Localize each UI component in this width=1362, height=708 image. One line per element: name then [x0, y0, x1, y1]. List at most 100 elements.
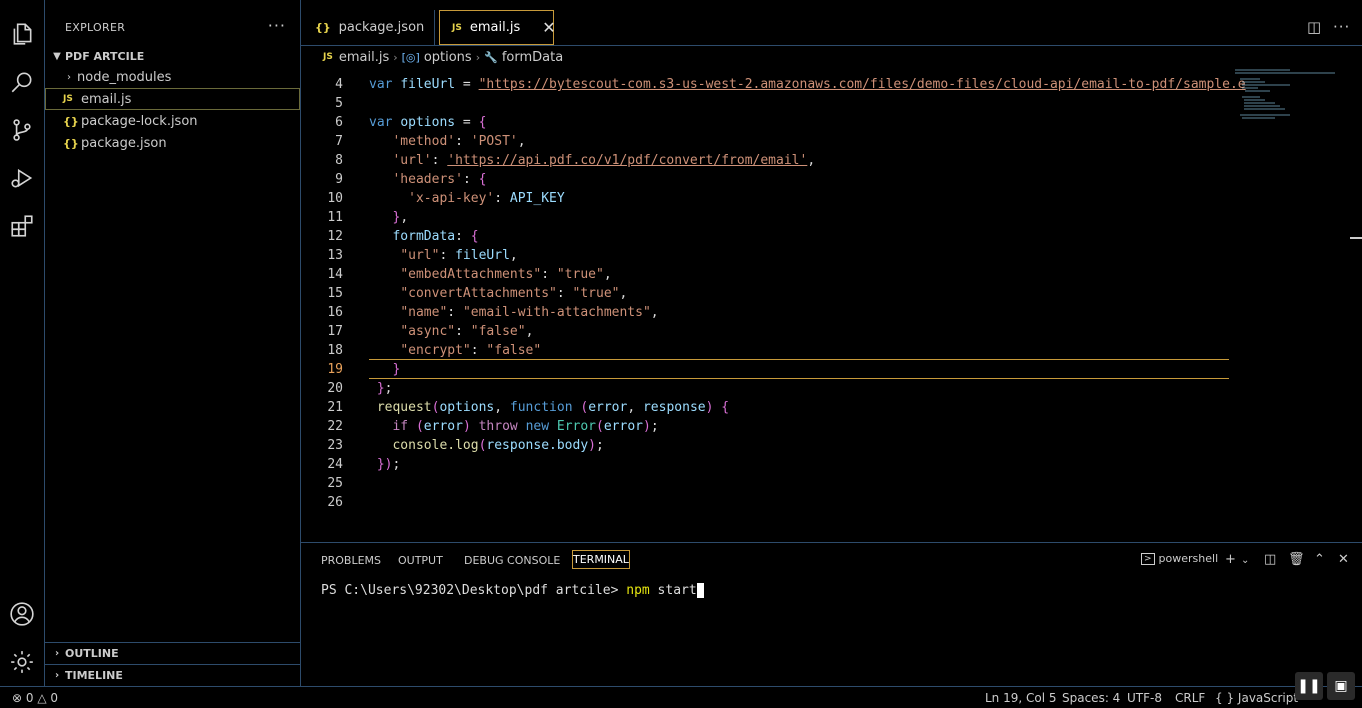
tree-item-label: package.json — [81, 135, 167, 151]
wrench-icon: 🔧 — [484, 50, 498, 64]
language-mode[interactable]: { } JavaScript — [1215, 691, 1298, 705]
code-line[interactable]: 5 — [301, 94, 1231, 113]
code-line[interactable]: 8 'url': 'https://api.pdf.co/v1/pdf/conv… — [301, 151, 1231, 170]
code-line[interactable]: 13 "url": fileUrl, — [301, 246, 1231, 265]
tree-item-package-lock-json[interactable]: {} package-lock.json — [45, 110, 300, 132]
code-line[interactable]: 20 }; — [301, 379, 1231, 398]
indentation[interactable]: Spaces: 4 — [1062, 691, 1120, 705]
line-code: }; — [376, 381, 393, 396]
chevron-down-icon[interactable]: ⌄ — [1241, 555, 1249, 566]
terminal-output[interactable]: PS C:\Users\92302\Desktop\pdf artcile> n… — [321, 583, 704, 598]
tab-output[interactable]: OUTPUT — [398, 554, 443, 567]
code-line[interactable]: 22 if (error) throw new Error(error); — [301, 417, 1231, 436]
chevron-down-icon: ▼ — [53, 50, 61, 62]
tab-email-js[interactable]: JS email.js ✕ — [439, 10, 556, 45]
add-terminal-icon[interactable]: + — [1225, 552, 1236, 567]
code-line[interactable]: 7 'method': 'POST', — [301, 132, 1231, 151]
settings-gear-icon[interactable] — [8, 648, 36, 676]
more-actions-icon[interactable]: ··· — [268, 16, 286, 35]
code-line[interactable]: 12 formData: { — [301, 227, 1231, 246]
picture-in-picture-icon[interactable]: ▣ — [1327, 672, 1355, 700]
line-number: 15 — [327, 286, 343, 301]
breadcrumb-scope[interactable]: options — [424, 50, 472, 65]
terminal-prompt: PS C:\Users\92302\Desktop\pdf artcile> — [321, 583, 627, 598]
code-line[interactable]: 19 } — [301, 360, 1231, 379]
line-code: 'x-api-key': API_KEY — [408, 191, 565, 206]
outline-label: OUTLINE — [65, 647, 119, 660]
code-line[interactable]: 25 — [301, 474, 1231, 493]
breadcrumb-file[interactable]: email.js — [339, 50, 389, 65]
line-number: 13 — [327, 248, 343, 263]
code-line[interactable]: 14 "embedAttachments": "true", — [301, 265, 1231, 284]
code-line[interactable]: 4 var fileUrl = "https://bytescout-com.s3… — [301, 75, 1245, 94]
outline-section[interactable]: › OUTLINE — [45, 642, 300, 664]
split-editor-icon[interactable]: ◫ — [1307, 18, 1321, 36]
end-of-line[interactable]: CRLF — [1175, 691, 1205, 705]
scrollbar-thumb[interactable] — [1350, 237, 1362, 239]
line-number: 10 — [327, 191, 343, 206]
tree-item-label: package-lock.json — [81, 113, 198, 129]
tree-item-email-js[interactable]: JS email.js — [45, 88, 300, 110]
explorer-icon[interactable] — [8, 20, 36, 48]
line-code: }, — [392, 210, 409, 225]
problems-indicator[interactable]: ⊗ 0 △ 0 — [12, 691, 58, 705]
line-number: 18 — [327, 343, 343, 358]
split-terminal-icon[interactable]: ◫ — [1264, 552, 1276, 567]
line-number: 11 — [327, 210, 343, 225]
tab-package-json[interactable]: {} package.json — [301, 10, 435, 45]
line-code: 'method': 'POST', — [392, 134, 526, 149]
breadcrumb-scope[interactable]: formData — [502, 50, 563, 65]
tab-terminal[interactable]: TERMINAL — [572, 550, 630, 569]
code-line[interactable]: 24 }); — [301, 455, 1231, 474]
encoding[interactable]: UTF-8 — [1127, 691, 1162, 705]
language-label: JavaScript — [1237, 691, 1299, 705]
tab-problems[interactable]: PROBLEMS — [321, 554, 381, 567]
line-code: "name": "email-with-attachments", — [400, 305, 659, 320]
timeline-section[interactable]: › TIMELINE — [45, 664, 300, 686]
source-control-icon[interactable] — [8, 116, 36, 144]
pause-icon[interactable]: ❚❚ — [1295, 672, 1323, 700]
line-code: request(options, function (error, respon… — [376, 400, 730, 415]
account-icon[interactable] — [8, 600, 36, 628]
minimap[interactable] — [1230, 67, 1340, 127]
code-line[interactable]: 23 console.log(response.body); — [301, 436, 1231, 455]
more-actions-icon[interactable]: ··· — [1333, 18, 1350, 36]
terminal-icon: > — [1141, 552, 1155, 565]
tab-debug-console[interactable]: DEBUG CONSOLE — [464, 554, 560, 567]
tree-item-package-json[interactable]: {} package.json — [45, 132, 300, 154]
cursor-position[interactable]: Ln 19, Col 5 — [985, 691, 1057, 705]
close-panel-icon[interactable]: ✕ — [1338, 552, 1349, 567]
code-line[interactable]: 21 request(options, function (error, res… — [301, 398, 1231, 417]
timeline-label: TIMELINE — [65, 669, 123, 682]
line-number: 14 — [327, 267, 343, 282]
line-code: console.log(response.body); — [392, 438, 604, 453]
code-line[interactable]: 11 }, — [301, 208, 1231, 227]
terminal-shell-selector[interactable]: > powershell — [1141, 552, 1218, 565]
code-editor[interactable]: 4 var fileUrl = "https://bytescout-com.s3… — [301, 67, 1362, 542]
code-line[interactable]: 18 "encrypt": "false" — [301, 341, 1231, 360]
code-line[interactable]: 6 var options = { — [301, 113, 1231, 132]
code-line[interactable]: 26 — [301, 493, 1231, 512]
code-line[interactable]: 16 "name": "email-with-attachments", — [301, 303, 1231, 322]
chevron-right-icon: › — [475, 50, 481, 64]
tree-item-node-modules[interactable]: › node_modules — [45, 66, 300, 88]
code-line[interactable]: 15 "convertAttachments": "true", — [301, 284, 1231, 303]
chevron-right-icon: › — [67, 71, 71, 83]
chevron-right-icon: › — [54, 670, 60, 681]
close-icon[interactable]: ✕ — [542, 18, 555, 37]
folder-header[interactable]: ▼ PDF ARTCILE — [45, 45, 300, 67]
extensions-icon[interactable] — [8, 212, 36, 240]
breadcrumb: JS email.js › [◎] options › 🔧 formData — [301, 47, 1362, 67]
maximize-panel-icon[interactable]: ⌃ — [1314, 552, 1325, 567]
line-number: 19 — [327, 362, 343, 377]
code-line[interactable]: 9 'headers': { — [301, 170, 1231, 189]
json-file-icon: {} — [315, 21, 331, 34]
run-debug-icon[interactable] — [8, 164, 36, 192]
trash-icon[interactable]: 🗑 — [1288, 552, 1305, 567]
line-number: 24 — [327, 457, 343, 472]
code-line[interactable]: 17 "async": "false", — [301, 322, 1231, 341]
code-line[interactable]: 10 'x-api-key': API_KEY — [301, 189, 1231, 208]
line-code: "async": "false", — [400, 324, 534, 339]
json-file-icon: {} — [63, 114, 79, 128]
search-icon[interactable] — [8, 68, 36, 96]
